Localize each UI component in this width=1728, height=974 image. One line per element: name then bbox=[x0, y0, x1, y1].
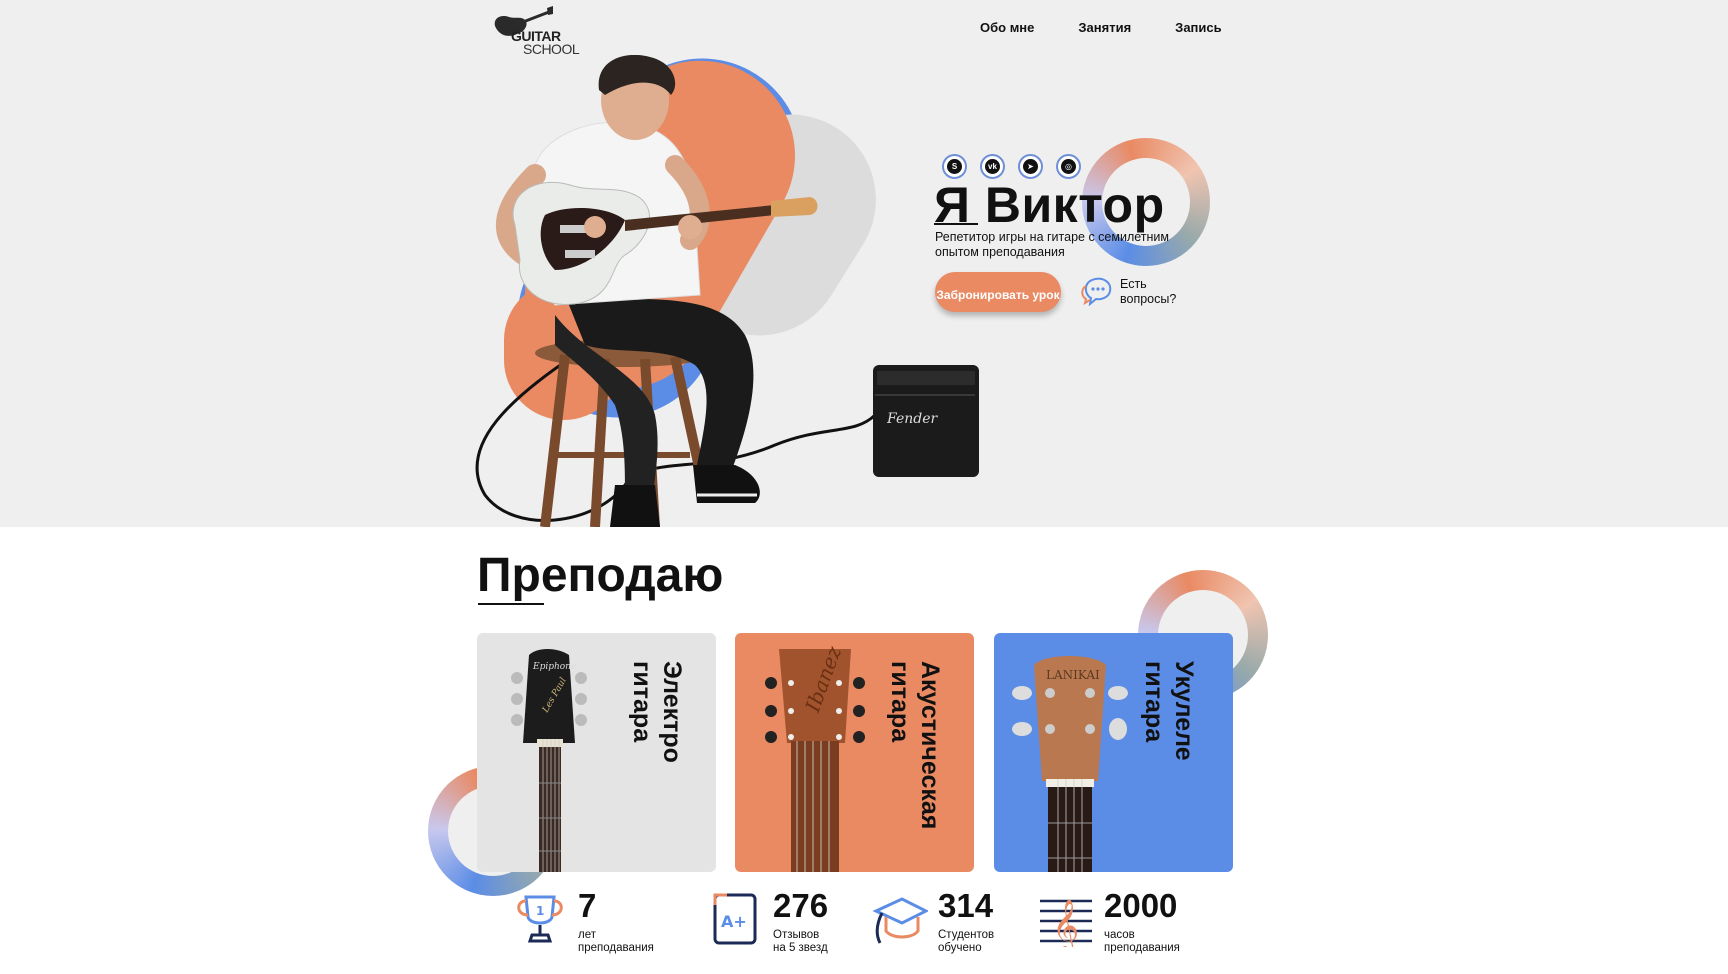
nav-signup[interactable]: Запись bbox=[1175, 20, 1221, 35]
guitarist-photo: Fender bbox=[475, 55, 979, 527]
music-clef-icon: 𝄞 bbox=[1040, 898, 1092, 947]
chat-bubble-icon[interactable] bbox=[1080, 274, 1114, 306]
svg-text:Fender: Fender bbox=[886, 411, 938, 427]
nav-about[interactable]: Обо мне bbox=[980, 20, 1034, 35]
logo[interactable]: GUITAR SCHOOL bbox=[491, 4, 583, 57]
hero-section: Fender GUITAR SCHOOL Обо мне Занятия Зап… bbox=[0, 0, 1728, 527]
stat-value: 276 bbox=[773, 887, 829, 924]
stat-value: 7 bbox=[578, 887, 597, 924]
hero-title: Я Виктор bbox=[934, 177, 1165, 233]
teach-section-title: Преподаю bbox=[477, 549, 724, 602]
questions-link[interactable]: Есть вопросы? bbox=[1120, 277, 1200, 307]
svg-text:𝄞: 𝄞 bbox=[1052, 898, 1079, 947]
book-lesson-button[interactable]: Забронировать урок bbox=[935, 272, 1061, 312]
logo-text-school: SCHOOL bbox=[523, 41, 580, 57]
main-nav: Обо мне Занятия Запись bbox=[980, 20, 1222, 35]
grade-a-plus-icon: A+ bbox=[713, 893, 757, 945]
trophy-icon: 1 bbox=[517, 895, 563, 943]
graduation-cap-icon bbox=[872, 897, 928, 944]
stat-value: 314 bbox=[938, 887, 994, 924]
card-label-acoustic: Акустическая гитара bbox=[886, 661, 944, 830]
card-label-ukulele: Укулеле гитара bbox=[1140, 661, 1198, 761]
stat-value: 2000 bbox=[1104, 887, 1178, 924]
svg-text:1: 1 bbox=[536, 904, 544, 918]
nav-lessons[interactable]: Занятия bbox=[1078, 20, 1131, 35]
card-ukulele[interactable]: LANIKAI Укулеле гитара bbox=[994, 633, 1233, 872]
svg-text:A+: A+ bbox=[721, 912, 747, 931]
card-acoustic-guitar[interactable]: Ibanez Акустическая гитара bbox=[735, 633, 974, 872]
hero-subtitle: Репетитор игры на гитаре с семилетним оп… bbox=[935, 230, 1169, 259]
title-underline bbox=[478, 603, 544, 605]
svg-text:LANIKAI: LANIKAI bbox=[1046, 668, 1100, 682]
card-electric-guitar[interactable]: Epiphone Les Paul Электро гитара bbox=[477, 633, 716, 872]
stat-label: лет преподавания bbox=[578, 929, 654, 954]
stat-label: Студентов обучено bbox=[938, 929, 995, 954]
stat-label: часов преподавания bbox=[1104, 929, 1180, 954]
title-underline bbox=[934, 223, 978, 225]
stat-label: Отзывов на 5 звезд bbox=[773, 929, 828, 954]
card-label-electric: Электро гитара bbox=[628, 661, 686, 763]
svg-text:Epiphone: Epiphone bbox=[532, 662, 576, 672]
